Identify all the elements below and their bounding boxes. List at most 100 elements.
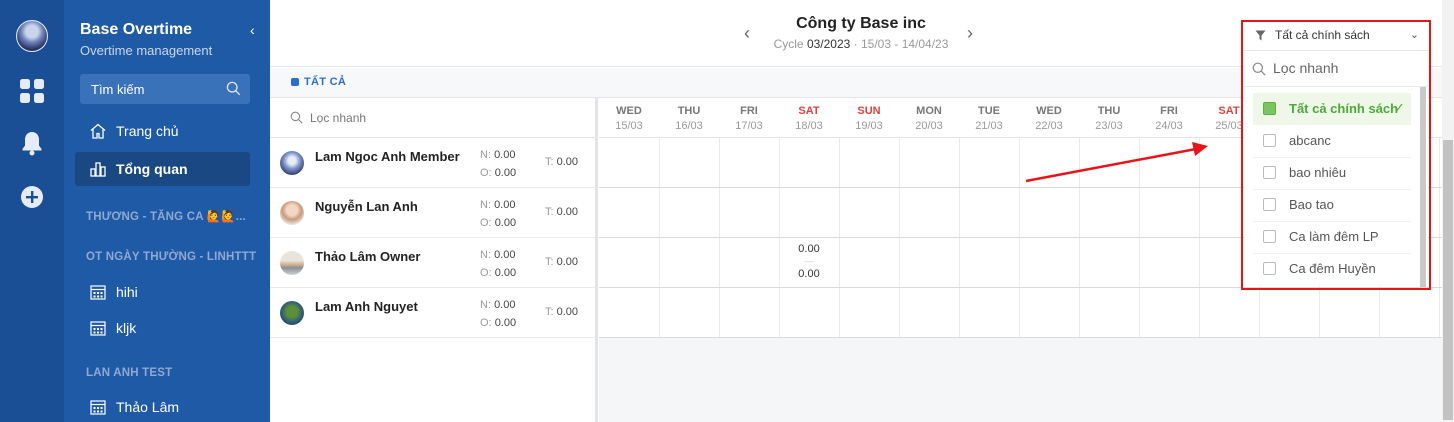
person-name: Lam Anh Nguyet bbox=[315, 299, 418, 314]
tab-all[interactable]: TẤT CẢ bbox=[304, 76, 346, 88]
day-column-header: MON 20/03 bbox=[899, 98, 959, 138]
table-row[interactable]: Thảo Lâm Owner N: 0.00 O: 0.00 T: 0.00 bbox=[270, 238, 595, 288]
app-subtitle: Overtime management bbox=[80, 43, 213, 58]
table-row[interactable]: Lam Anh Nguyet N: 0.00 O: 0.00 T: 0.00 bbox=[270, 288, 595, 338]
sidebar-item-label: kljk bbox=[116, 320, 137, 336]
day-name: SUN bbox=[857, 105, 881, 117]
total-hours: T: 0.00 bbox=[545, 206, 578, 218]
overtime-hours-value: 0.00 bbox=[494, 267, 517, 279]
normal-hours: N: 0.00 bbox=[480, 299, 515, 311]
cycle-code: 03/2023 bbox=[806, 37, 851, 51]
day-date: 21/03 bbox=[975, 120, 1003, 132]
cycle-info: Cycle 03/2023 · 15/03 - 14/04/23 bbox=[670, 37, 1052, 51]
next-cycle-icon[interactable]: › bbox=[967, 23, 973, 44]
overtime-hours: O: 0.00 bbox=[480, 217, 516, 229]
day-name: WED bbox=[616, 105, 642, 117]
cell-value[interactable]: 0.00 bbox=[779, 268, 839, 280]
day-name: FRI bbox=[740, 105, 758, 117]
cycle-prefix: Cycle bbox=[773, 37, 804, 51]
day-date: 20/03 bbox=[915, 120, 943, 132]
sidebar-item-label: Trang chủ bbox=[116, 123, 179, 139]
day-column-header: SAT 18/03 bbox=[779, 98, 839, 138]
grid-row-line bbox=[599, 337, 1454, 338]
sidebar-section-title[interactable]: THƯƠNG - TĂNG CA 🙋🙋... bbox=[86, 209, 246, 223]
add-circle-icon[interactable] bbox=[19, 184, 45, 210]
normal-hours-label: N: bbox=[480, 299, 491, 311]
sidebar-item-kljk[interactable]: kljk bbox=[75, 311, 250, 345]
avatar bbox=[280, 301, 304, 325]
total-hours-value: 0.00 bbox=[556, 156, 579, 168]
day-date: 16/03 bbox=[675, 120, 703, 132]
total-hours-label: T: bbox=[545, 156, 554, 168]
total-hours-label: T: bbox=[545, 206, 554, 218]
grid-column-line bbox=[959, 138, 960, 338]
table-row[interactable]: Nguyễn Lan Anh N: 0.00 O: 0.00 T: 0.00 bbox=[270, 188, 595, 238]
normal-hours-label: N: bbox=[480, 199, 491, 211]
total-hours-value: 0.00 bbox=[556, 306, 579, 318]
normal-hours: N: 0.00 bbox=[480, 149, 515, 161]
sidebar: Base Overtime Overtime management ‹ Tìm … bbox=[64, 0, 270, 422]
total-hours: T: 0.00 bbox=[545, 256, 578, 268]
chart-icon bbox=[90, 162, 106, 177]
person-name: Lam Ngoc Anh Member bbox=[315, 149, 460, 164]
bell-icon[interactable] bbox=[19, 130, 45, 156]
total-hours-value: 0.00 bbox=[556, 206, 579, 218]
sidebar-item-label: Tổng quan bbox=[116, 161, 188, 177]
search-icon bbox=[226, 81, 241, 96]
day-name: MON bbox=[916, 105, 942, 117]
table-row[interactable]: Lam Ngoc Anh Member N: 0.00 O: 0.00 T: 0… bbox=[270, 138, 595, 188]
overtime-hours-value: 0.00 bbox=[494, 167, 517, 179]
day-column-header: WED 22/03 bbox=[1019, 98, 1079, 138]
overtime-hours-label: O: bbox=[480, 217, 492, 229]
sidebar-item-hihi[interactable]: hihi bbox=[75, 275, 250, 309]
overtime-hours-label: O: bbox=[480, 317, 492, 329]
day-name: THU bbox=[677, 105, 701, 117]
day-column-header: THU 23/03 bbox=[1079, 98, 1139, 138]
normal-hours-value: 0.00 bbox=[494, 149, 516, 161]
sidebar-section-title[interactable]: OT NGÀY THƯỜNG - LINHTTT bbox=[86, 251, 256, 263]
day-name: THU bbox=[1097, 105, 1121, 117]
annotation-highlight-box bbox=[1241, 20, 1431, 290]
grid-column-line bbox=[659, 138, 660, 338]
normal-hours-label: N: bbox=[480, 249, 491, 261]
day-column-header: WED 15/03 bbox=[599, 98, 659, 138]
people-search-input[interactable]: Lọc nhanh bbox=[270, 98, 595, 138]
sidebar-section-title[interactable]: LAN ANH TEST bbox=[86, 367, 172, 379]
sidebar-item-overview[interactable]: Tổng quan bbox=[75, 152, 250, 186]
grid-column-line bbox=[899, 138, 900, 338]
overtime-hours-value: 0.00 bbox=[494, 217, 517, 229]
collapse-sidebar-icon[interactable]: ‹ bbox=[250, 22, 255, 38]
grid-column-line bbox=[1439, 138, 1440, 338]
cell-value[interactable]: 0.00 bbox=[779, 243, 839, 255]
normal-hours: N: 0.00 bbox=[480, 249, 515, 261]
annotation-arrow bbox=[1025, 142, 1208, 183]
grid-column-line bbox=[839, 138, 840, 338]
total-hours: T: 0.00 bbox=[545, 156, 578, 168]
normal-hours-label: N: bbox=[480, 149, 491, 161]
day-column-header: FRI 17/03 bbox=[719, 98, 779, 138]
calendar-icon bbox=[90, 321, 106, 336]
overtime-hours: O: 0.00 bbox=[480, 167, 516, 179]
sidebar-search-label: Tìm kiếm bbox=[91, 82, 145, 97]
day-date: 15/03 bbox=[615, 120, 643, 132]
day-column-header: TUE 21/03 bbox=[959, 98, 1019, 138]
day-name: WED bbox=[1036, 105, 1062, 117]
icon-rail bbox=[0, 0, 64, 422]
overtime-hours-label: O: bbox=[480, 167, 492, 179]
sidebar-item-home[interactable]: Trang chủ bbox=[75, 114, 250, 148]
sidebar-item-thao-lam[interactable]: Thảo Lâm bbox=[75, 390, 250, 422]
normal-hours-value: 0.00 bbox=[494, 199, 516, 211]
day-date: 18/03 bbox=[795, 120, 823, 132]
overtime-hours-label: O: bbox=[480, 267, 492, 279]
grid-column-line bbox=[719, 138, 720, 338]
overtime-hours: O: 0.00 bbox=[480, 267, 516, 279]
page-scrollbar-thumb[interactable] bbox=[1443, 140, 1453, 420]
grid-column-line bbox=[779, 138, 780, 338]
day-date: 22/03 bbox=[1035, 120, 1063, 132]
avatar bbox=[280, 251, 304, 275]
sidebar-item-label: hihi bbox=[116, 284, 138, 300]
apps-grid-icon[interactable] bbox=[19, 78, 45, 104]
user-avatar[interactable] bbox=[16, 20, 48, 52]
sidebar-search[interactable]: Tìm kiếm bbox=[80, 74, 250, 104]
normal-hours: N: 0.00 bbox=[480, 199, 515, 211]
